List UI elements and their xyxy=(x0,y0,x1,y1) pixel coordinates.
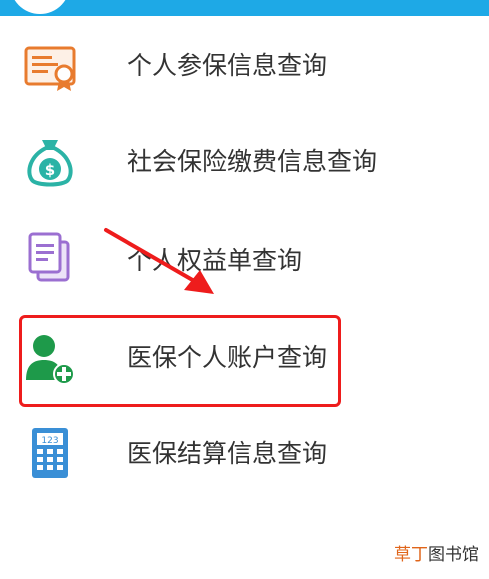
menu-item-medical-settlement-info[interactable]: 123 医保结算信息查询 xyxy=(0,408,489,500)
arrow-annotation xyxy=(100,222,230,306)
top-app-bar xyxy=(0,0,489,16)
highlight-box xyxy=(19,315,341,407)
svg-text:$: $ xyxy=(45,161,55,179)
watermark-rest: 图书馆 xyxy=(428,545,479,565)
calculator-icon: 123 xyxy=(20,424,80,484)
watermark: 草丁图书馆 xyxy=(394,540,479,565)
menu-item-social-insurance-payment[interactable]: $ 社会保险缴费信息查询 xyxy=(0,116,489,208)
menu-item-personal-rights-statement[interactable]: 个人权益单查询 xyxy=(0,212,489,304)
menu-item-label: 医保结算信息查询 xyxy=(127,439,328,468)
svg-text:123: 123 xyxy=(41,436,58,446)
watermark-accent: 草丁 xyxy=(394,545,428,565)
documents-icon xyxy=(20,228,80,288)
money-bag-icon: $ xyxy=(20,132,80,192)
menu-item-personal-insurance-info[interactable]: 个人参保信息查询 xyxy=(0,22,489,114)
avatar[interactable] xyxy=(8,0,72,16)
certificate-icon xyxy=(20,38,80,98)
menu-item-label: 个人参保信息查询 xyxy=(127,51,328,80)
menu-item-label: 社会保险缴费信息查询 xyxy=(127,147,378,176)
